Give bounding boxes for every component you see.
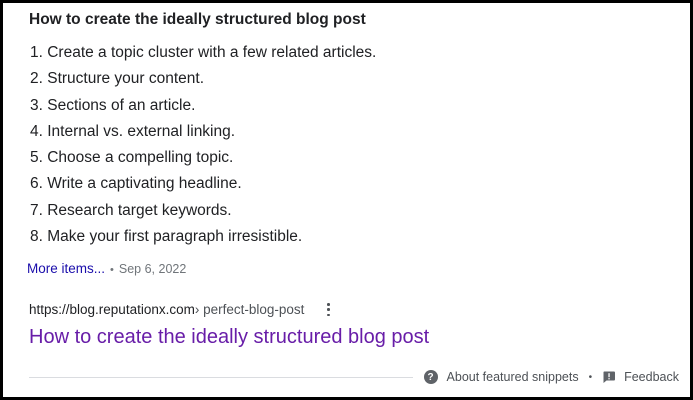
feedback-icon — [603, 371, 616, 383]
snippet-step: 2. Structure your content. — [30, 70, 205, 88]
snippet-heading: How to create the ideally structured blo… — [29, 11, 366, 28]
snippet-step: 4. Internal vs. external linking. — [30, 122, 236, 140]
more-options-kebab-icon[interactable] — [322, 303, 334, 316]
feedback-label: Feedback — [624, 370, 679, 384]
snippet-step: 5. Choose a compelling topic. — [30, 149, 234, 167]
snippet-date: Sep 6, 2022 — [118, 262, 187, 276]
question-circle-icon: ? — [423, 370, 438, 384]
footer-separator: • — [588, 371, 593, 383]
result-domain: https://blog.reputationx.com — [29, 302, 195, 317]
snippet-meta: More items... • Sep 6, 2022 — [27, 261, 186, 276]
about-featured-snippets-label: About featured snippets — [446, 370, 579, 384]
snippet-step: 8. Make your first paragraph irresistibl… — [30, 228, 303, 246]
footer-divider — [29, 377, 413, 378]
result-url[interactable]: https://blog.reputationx.com › perfect-b… — [29, 302, 334, 317]
snippet-step: 3. Sections of an article. — [30, 96, 196, 114]
more-items-link[interactable]: More items... — [27, 261, 105, 276]
feedback-button[interactable]: Feedback — [602, 370, 679, 384]
about-featured-snippets-link[interactable]: ? About featured snippets — [423, 370, 579, 384]
snippet-step: 6. Write a captivating headline. — [30, 175, 242, 193]
meta-separator: • — [110, 264, 114, 276]
result-breadcrumb-path: › perfect-blog-post — [194, 302, 305, 317]
snippet-step-list: 1. Create a topic cluster with a few rel… — [30, 43, 376, 253]
result-title-link[interactable]: How to create the ideally structured blo… — [29, 326, 429, 349]
snippet-step: 1. Create a topic cluster with a few rel… — [30, 44, 377, 61]
snippet-footer: ? About featured snippets • Feedback — [423, 370, 679, 384]
featured-snippet-card: How to create the ideally structured blo… — [0, 0, 693, 400]
snippet-step: 7. Research target keywords. — [30, 201, 232, 219]
